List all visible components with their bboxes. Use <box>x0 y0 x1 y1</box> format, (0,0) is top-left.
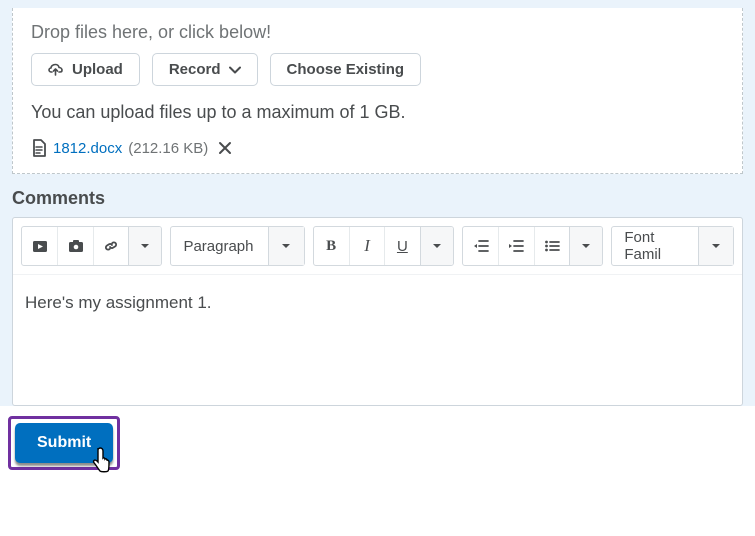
record-button-label: Record <box>169 62 221 77</box>
bullet-list-button[interactable] <box>534 227 569 265</box>
comment-textarea[interactable]: Here's my assignment 1. <box>13 275 742 405</box>
paragraph-style-label: Paragraph <box>171 238 267 255</box>
paragraph-style-select[interactable]: Paragraph <box>170 226 304 266</box>
comments-heading: Comments <box>0 174 755 217</box>
record-button[interactable]: Record <box>152 53 258 86</box>
file-size: (212.16 KB) <box>128 140 208 157</box>
insert-media-button[interactable] <box>22 227 57 265</box>
attached-file-row: 1812.docx (212.16 KB) <box>31 139 724 157</box>
drop-prompt: Drop files here, or click below! <box>31 22 724 43</box>
upload-hint: You can upload files up to a maximum of … <box>31 102 724 123</box>
italic-button[interactable]: I <box>349 227 384 265</box>
toolbar-group-insert <box>21 226 162 266</box>
file-drop-zone[interactable]: Drop files here, or click below! Upload … <box>12 8 743 174</box>
upload-icon <box>48 63 64 77</box>
choose-existing-button[interactable]: Choose Existing <box>270 53 422 86</box>
editor-toolbar: Paragraph B I U <box>13 218 742 275</box>
rich-text-editor: Paragraph B I U <box>12 217 743 406</box>
outdent-button[interactable] <box>463 227 498 265</box>
font-family-select[interactable]: Font Famil <box>611 226 734 266</box>
toolbar-group-format: B I U <box>313 226 454 266</box>
underline-button[interactable]: U <box>384 227 419 265</box>
upload-button[interactable]: Upload <box>31 53 140 86</box>
submit-button[interactable]: Submit <box>15 423 113 463</box>
insert-image-button[interactable] <box>57 227 92 265</box>
format-more-dropdown[interactable] <box>420 227 453 265</box>
indent-button[interactable] <box>498 227 533 265</box>
bold-button[interactable]: B <box>314 227 349 265</box>
file-name-link[interactable]: 1812.docx <box>53 140 122 157</box>
font-family-label: Font Famil <box>612 229 697 263</box>
list-more-dropdown[interactable] <box>569 227 602 265</box>
chevron-down-icon <box>698 227 733 265</box>
document-icon <box>31 139 47 157</box>
chevron-down-icon <box>229 66 241 74</box>
upload-button-label: Upload <box>72 62 123 77</box>
remove-file-button[interactable] <box>218 141 232 155</box>
insert-link-button[interactable] <box>93 227 128 265</box>
insert-more-dropdown[interactable] <box>128 227 161 265</box>
chevron-down-icon <box>268 227 304 265</box>
choose-existing-label: Choose Existing <box>287 62 405 77</box>
submit-highlight-box: Submit <box>8 416 120 470</box>
toolbar-group-list <box>462 226 603 266</box>
